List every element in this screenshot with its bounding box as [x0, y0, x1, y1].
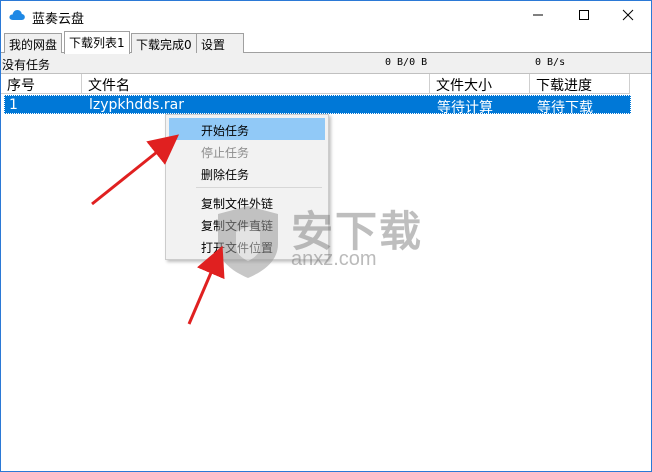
- menu-item-copy-external-link[interactable]: 复制文件外链: [169, 191, 325, 213]
- column-header-size[interactable]: 文件大小: [430, 74, 530, 94]
- tab-settings[interactable]: 设置: [196, 33, 244, 53]
- menu-separator: [196, 187, 322, 188]
- column-header-progress[interactable]: 下载进度: [530, 74, 630, 94]
- menu-item-open-file-location[interactable]: 打开文件位置: [169, 235, 325, 257]
- maximize-button[interactable]: [561, 1, 607, 31]
- menu-item-copy-direct-link[interactable]: 复制文件直链: [169, 213, 325, 235]
- status-bar: 没有任务 0 B/0 B 0 B/s: [1, 54, 651, 72]
- app-window: 蓝奏云盘 我的网盘 下载列表1 下载完成0 设置 没有任务 0 B/0 B 0 …: [0, 0, 652, 472]
- menu-item-stop-task[interactable]: 停止任务: [169, 140, 325, 162]
- transfer-speed: 0 B/s: [535, 57, 566, 68]
- menu-item-start-task[interactable]: 开始任务: [169, 118, 325, 140]
- minimize-button[interactable]: [515, 1, 561, 31]
- table-row[interactable]: 1 lzypkhdds.rar 等待计算 等待下载: [4, 95, 631, 116]
- tab-my-drive[interactable]: 我的网盘: [4, 33, 63, 53]
- title-bar[interactable]: 蓝奏云盘: [1, 1, 651, 31]
- row-filename: lzypkhdds.rar: [89, 97, 184, 113]
- context-menu: 开始任务 停止任务 删除任务 复制文件外链 复制文件直链 打开文件位置: [165, 114, 329, 260]
- transfer-size: 0 B/0 B: [385, 57, 428, 68]
- close-icon: [622, 9, 634, 24]
- tab-download-list[interactable]: 下载列表1: [64, 31, 130, 54]
- column-header-filename[interactable]: 文件名: [82, 74, 430, 94]
- tab-bar: 我的网盘 下载列表1 下载完成0 设置: [1, 31, 651, 54]
- menu-item-delete-task[interactable]: 删除任务: [169, 162, 325, 184]
- window-title: 蓝奏云盘: [32, 12, 85, 27]
- column-header-index[interactable]: 序号: [1, 74, 82, 94]
- task-status-text: 没有任务: [2, 58, 51, 72]
- cloud-icon: [9, 9, 25, 21]
- maximize-icon: [578, 9, 590, 24]
- tab-download-complete[interactable]: 下载完成0: [131, 33, 197, 53]
- row-size: 等待计算: [437, 100, 493, 116]
- row-index: 1: [9, 97, 18, 113]
- close-button[interactable]: [605, 1, 651, 31]
- minimize-icon: [532, 9, 544, 24]
- row-progress: 等待下载: [537, 100, 593, 116]
